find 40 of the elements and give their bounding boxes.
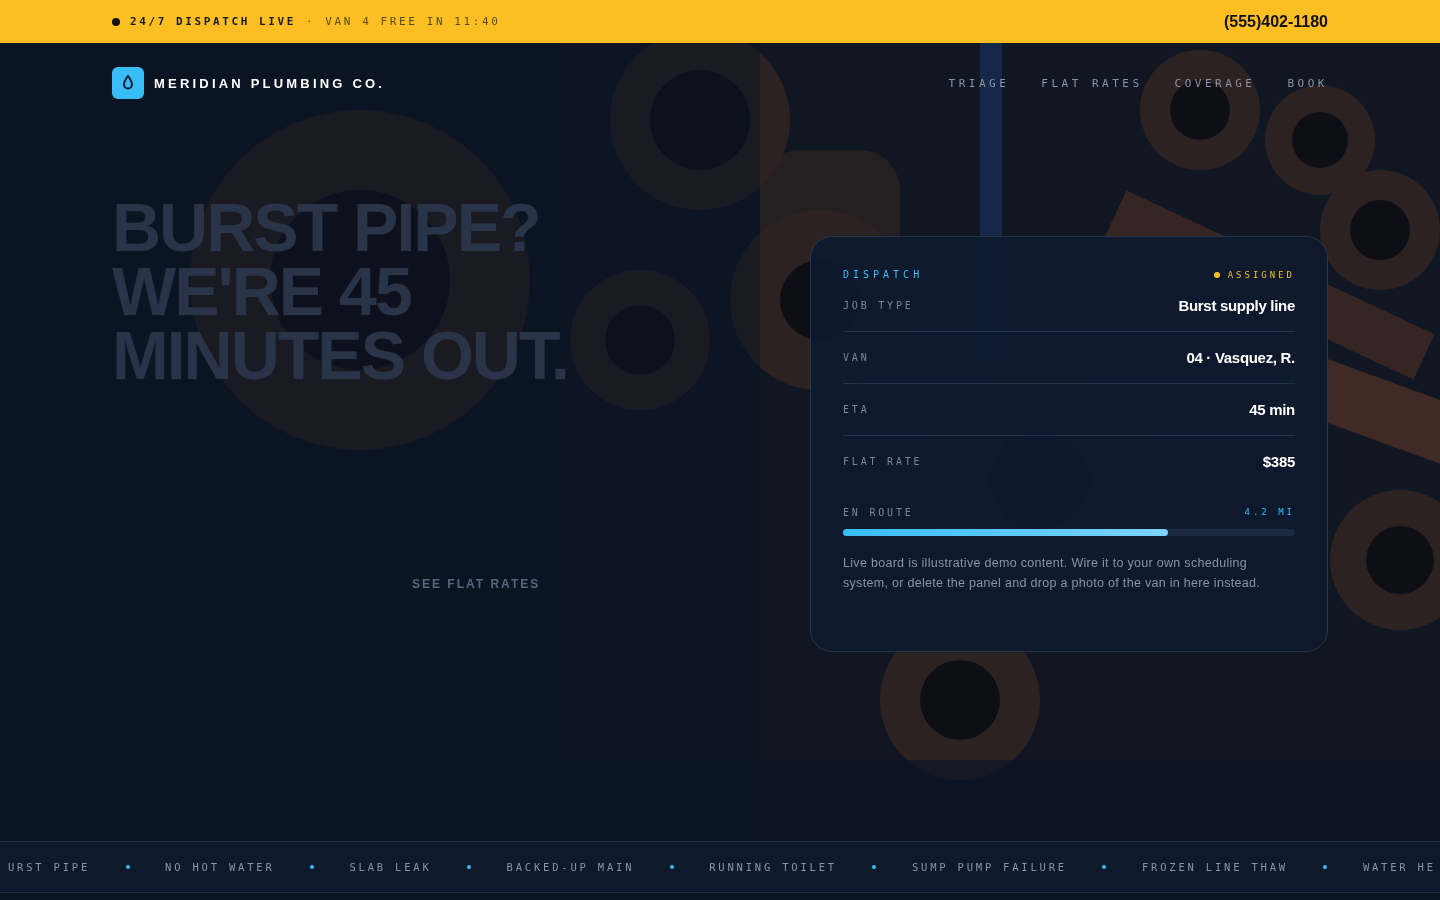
nav-link[interactable]: COVERAGE [1174, 76, 1256, 90]
brand-name: MERIDIAN PLUMBING CO. [154, 75, 386, 91]
field-label: ETA [843, 404, 870, 415]
nav-link[interactable]: TRIAGE [948, 76, 1010, 90]
field-label: FLAT RATE [843, 456, 923, 467]
ticker-item: SLAB LEAK [349, 861, 432, 873]
ticker-item: BACKED-UP MAIN [506, 861, 635, 873]
status-label: ASSIGNED [1227, 269, 1295, 280]
water-drop-logo-icon [112, 67, 144, 99]
bullet-icon [872, 865, 877, 869]
field-value: 04 · Vasquez, R. [1186, 349, 1295, 366]
ticker-item: NO HOT WATER [165, 861, 275, 873]
dispatch-status: 24/7 DISPATCH LIVE [130, 15, 296, 28]
field-label: VAN [843, 352, 870, 363]
phone-link[interactable]: (555)402-1180 [1223, 12, 1328, 31]
distance-reading: 4.2 MI [1244, 507, 1295, 518]
ticker-item: RUNNING TOILET [709, 861, 837, 873]
ticker-item: WATER HE [1362, 861, 1436, 873]
ticker-item: URST PIPE [8, 861, 91, 873]
card-title: DISPATCH [843, 269, 924, 280]
progress-label: EN ROUTE [843, 507, 914, 518]
separator: · [306, 15, 316, 28]
ticker-item: SUMP PUMP FAILURE [911, 861, 1067, 873]
field-label: JOB TYPE [843, 300, 914, 311]
bullet-icon [669, 865, 674, 869]
bullet-icon [1323, 865, 1328, 869]
field-value: Burst supply line [1178, 297, 1295, 314]
flat-rates-link[interactable]: SEE FLAT RATES [412, 577, 568, 591]
nav-link[interactable]: BOOK [1287, 76, 1328, 90]
bullet-icon [1102, 865, 1107, 869]
bullet-icon [467, 865, 472, 869]
ticker-item: FROZEN LINE THAW [1141, 861, 1288, 873]
field-value: $385 [1262, 453, 1295, 470]
nav-link[interactable]: FLAT RATES [1041, 76, 1143, 90]
bullet-icon [125, 865, 130, 869]
live-dot-icon [112, 17, 120, 26]
bullet-icon [310, 865, 314, 869]
field-value: 45 min [1249, 401, 1295, 418]
van-availability: VAN 4 FREE IN 11:40 [325, 15, 501, 28]
demo-note: Live board is illustrative demo content. Wire it to your own scheduling system, or delete the panel and drop a photo of the van in here instead. [843, 555, 1261, 592]
